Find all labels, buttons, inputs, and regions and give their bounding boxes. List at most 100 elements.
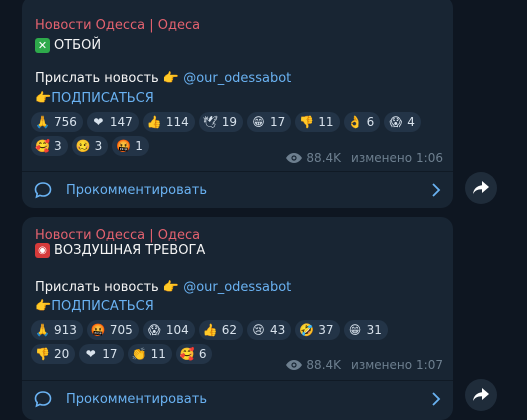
reaction-emoji-icon: ❤ — [85, 346, 96, 361]
comment-button[interactable]: Прокомментировать — [22, 381, 453, 417]
eye-icon — [286, 360, 303, 370]
reaction-emoji-icon: 😱 — [389, 114, 402, 129]
message-time: 1:07 — [416, 358, 443, 372]
view-count: 88.4K — [306, 358, 342, 372]
bot-link[interactable]: @our_odessabot — [183, 280, 291, 295]
subscribe-text: ПОДПИСАТЬСЯ — [51, 91, 154, 106]
reaction-count: 1 — [135, 139, 143, 153]
reaction-chip[interactable]: 🤬 705 — [86, 320, 139, 340]
message-time: 1:06 — [416, 151, 443, 165]
reaction-count: 3 — [54, 139, 62, 153]
submit-news-text: Прислать новость — [35, 280, 159, 295]
pointing-hand-icon: 👉 — [35, 91, 52, 106]
reaction-chip[interactable]: 🥰 3 — [31, 136, 68, 156]
reaction-count: 43 — [270, 323, 286, 337]
pointing-hand-icon: 👉 — [162, 71, 180, 86]
reaction-chip[interactable]: 🥴 3 — [71, 136, 109, 156]
share-arrow-icon — [473, 181, 489, 194]
reaction-chip[interactable]: 👏 11 — [127, 344, 172, 364]
subscribe-link[interactable]: 👉ПОДПИСАТЬСЯ — [35, 299, 154, 314]
reaction-count: 6 — [198, 347, 207, 361]
comment-label: Прокомментировать — [66, 391, 207, 407]
reaction-count: 147 — [109, 115, 133, 129]
edited-label: изменено — [351, 151, 413, 165]
reaction-emoji-icon: 👍 — [146, 114, 162, 129]
channel-name[interactable]: Новости Одесса | Одеса — [35, 18, 200, 33]
reaction-emoji-icon: 🕊 — [202, 114, 218, 129]
submit-news-text: Прислать новость — [35, 71, 159, 86]
reaction-chip[interactable]: 🤬 1 — [112, 136, 149, 156]
reaction-emoji-icon: 👍 — [202, 322, 218, 337]
reaction-chip[interactable]: 😱 104 — [142, 320, 195, 340]
comment-button[interactable]: Прокомментировать — [22, 172, 453, 208]
reaction-chip[interactable]: 🙏 756 — [31, 112, 83, 132]
reaction-chip[interactable]: ❤ 17 — [79, 344, 124, 364]
reaction-chip[interactable]: 😢 43 — [247, 320, 292, 340]
reaction-chip[interactable]: 👎 20 — [31, 344, 76, 364]
reaction-emoji-icon: 😱 — [148, 322, 161, 337]
reaction-count: 11 — [150, 347, 166, 361]
reaction-emoji-icon: 🤬 — [90, 322, 106, 337]
channel-name[interactable]: Новости Одесса | Одеса — [35, 228, 200, 243]
chevron-right-icon — [432, 183, 441, 197]
reaction-emoji-icon: 😁 — [252, 114, 265, 129]
reaction-chip[interactable]: 😁 31 — [343, 320, 388, 340]
reaction-emoji-icon: 👏 — [131, 346, 147, 361]
reaction-chip[interactable]: 👍 62 — [198, 320, 243, 340]
reaction-emoji-icon: 🥰 — [35, 138, 50, 153]
reaction-emoji-icon: 👌 — [347, 114, 363, 129]
reaction-emoji-icon: 😢 — [252, 322, 265, 337]
reaction-count: 4 — [407, 115, 415, 129]
reaction-count: 11 — [318, 115, 334, 129]
reaction-chip[interactable]: 👍 114 — [142, 112, 195, 132]
message-card-1: Новости Одесса | Одеса ✕ ОТБОЙ Прислать … — [22, 0, 453, 208]
headline-text: ВОЗДУШНАЯ ТРЕВОГА — [54, 243, 206, 258]
reaction-count: 913 — [54, 323, 77, 337]
reaction-chip[interactable]: 🕊 19 — [198, 112, 243, 132]
reaction-count: 20 — [54, 347, 70, 361]
reaction-count: 17 — [102, 347, 118, 361]
reaction-count: 6 — [366, 115, 375, 129]
siren-icon: ◉ — [35, 243, 50, 258]
reaction-emoji-icon: 😁 — [348, 322, 362, 337]
reaction-emoji-icon: 🙏 — [35, 322, 50, 337]
share-arrow-icon — [473, 388, 489, 401]
reaction-count: 19 — [221, 115, 237, 129]
reactions-row: 🙏 756 ❤ 147 👍 114 🕊 19 😁 17 👎 11 👌 6 😱 4 — [31, 112, 451, 132]
chevron-right-icon — [432, 392, 441, 406]
reaction-count: 37 — [318, 323, 334, 337]
reaction-chip[interactable]: 🥰 6 — [175, 344, 213, 364]
message-headline: ◉ ВОЗДУШНАЯ ТРЕВОГА — [35, 243, 205, 258]
reaction-chip[interactable]: 😱 4 — [384, 112, 421, 132]
reaction-emoji-icon: 🥰 — [179, 346, 195, 361]
reaction-chip[interactable]: 👎 11 — [295, 112, 340, 132]
subscribe-link[interactable]: 👉ПОДПИСАТЬСЯ — [35, 91, 154, 106]
reaction-chip[interactable]: 🤣 37 — [295, 320, 340, 340]
reaction-count: 3 — [94, 139, 103, 153]
comment-bubble-icon — [34, 391, 52, 408]
cross-mark-icon: ✕ — [35, 38, 50, 53]
comment-label: Прокомментировать — [66, 182, 207, 198]
share-button[interactable] — [465, 379, 497, 411]
reaction-chip[interactable]: 👌 6 — [343, 112, 381, 132]
share-button[interactable] — [465, 172, 497, 204]
edited-label: изменено — [351, 358, 413, 372]
reaction-emoji-icon: 🤣 — [299, 322, 315, 337]
reaction-count: 62 — [221, 323, 237, 337]
eye-icon — [286, 153, 303, 163]
comment-bubble-icon — [34, 182, 52, 199]
reaction-emoji-icon: ❤ — [93, 114, 104, 129]
reaction-emoji-icon: 👎 — [299, 114, 315, 129]
reaction-chip[interactable]: 😁 17 — [247, 112, 292, 132]
pointing-hand-icon: 👉 — [35, 299, 52, 314]
pointing-hand-icon: 👉 — [162, 280, 180, 295]
view-count: 88.4K — [306, 151, 342, 165]
reaction-count: 705 — [109, 323, 133, 337]
reaction-chip[interactable]: 🙏 913 — [31, 320, 83, 340]
reaction-chip[interactable]: ❤ 147 — [86, 112, 139, 132]
bot-link[interactable]: @our_odessabot — [183, 71, 291, 86]
reaction-emoji-icon: 👎 — [35, 346, 50, 361]
reaction-emoji-icon: 🙏 — [35, 114, 50, 129]
subscribe-text: ПОДПИСАТЬСЯ — [51, 299, 154, 314]
reaction-emoji-icon: 🤬 — [116, 138, 132, 153]
